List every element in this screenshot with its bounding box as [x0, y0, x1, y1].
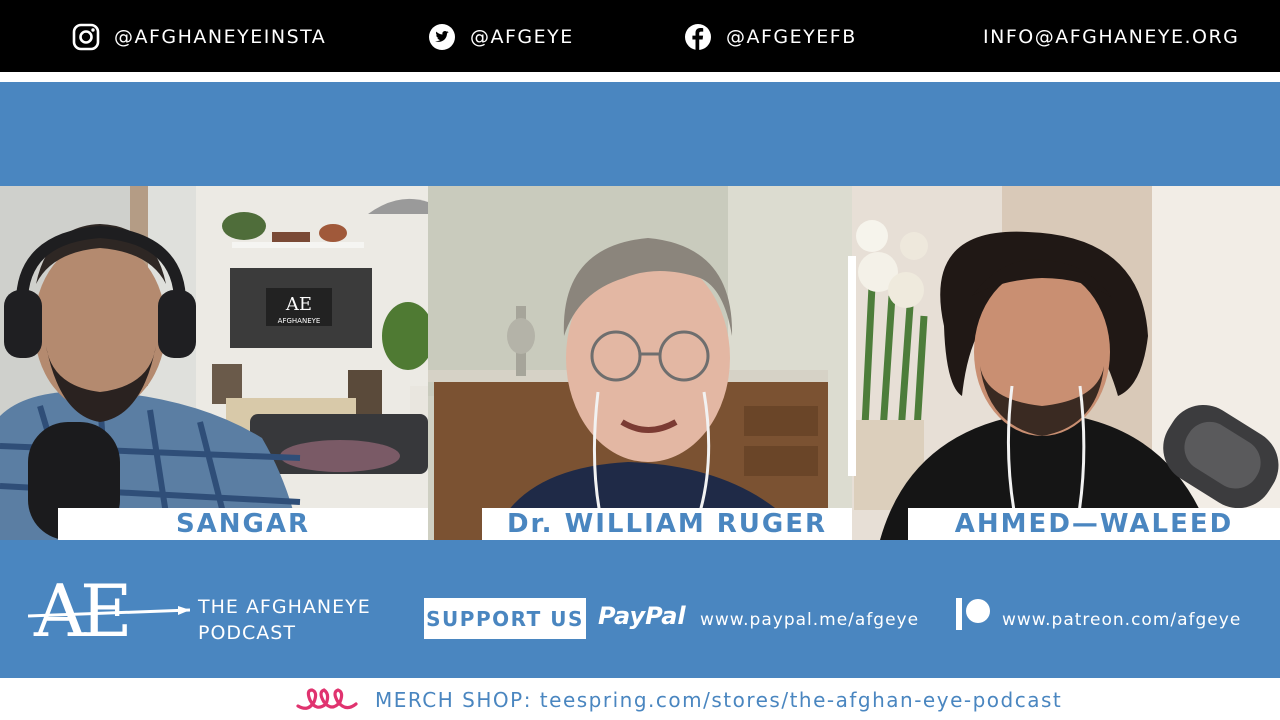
nameplate-host: SANGAR — [58, 508, 428, 540]
instagram-icon — [72, 23, 100, 51]
video-tile-cohost — [852, 186, 1280, 540]
twitter-handle[interactable]: @AFGEYE — [428, 22, 574, 52]
divider-strip — [0, 72, 1280, 82]
podcast-title: THE AFGHANEYE PODCAST — [198, 594, 371, 646]
social-bar: @AFGHANEYEINSTA @AFGEYE @AFGEYEFB INFO@A… — [0, 0, 1280, 72]
merch-label: MERCH SHOP: — [375, 688, 532, 712]
instagram-label: @AFGHANEYEINSTA — [114, 26, 327, 48]
facebook-handle[interactable]: @AFGEYEFB — [684, 22, 857, 52]
paypal-link[interactable]: www.paypal.me/afgeye — [700, 610, 919, 630]
email-label: INFO@AFGHANEYE.ORG — [983, 26, 1240, 48]
afghaneye-logo: AE — [28, 569, 190, 644]
support-us-button[interactable]: SUPPORT US — [424, 598, 586, 639]
twitter-icon — [429, 24, 455, 50]
patreon-link[interactable]: www.patreon.com/afgeye — [1002, 610, 1241, 630]
tv-label: AFGHANEYE — [278, 317, 321, 325]
merch-shop-link[interactable]: MERCH SHOP: teespring.com/stores/the-afg… — [375, 688, 1062, 712]
video-feed — [428, 186, 852, 540]
merch-icon — [296, 688, 358, 710]
video-feed: AE AFGHANEYE — [0, 186, 428, 540]
logo-text: AE — [33, 569, 127, 644]
patreon-icon — [956, 598, 990, 630]
header-banner — [0, 82, 1280, 186]
podcast-title-line1: THE AFGHANEYE — [198, 596, 371, 618]
video-tile-guest — [428, 186, 852, 540]
email-contact[interactable]: INFO@AFGHANEYE.ORG — [983, 22, 1239, 52]
merch-url: teespring.com/stores/the-afghan-eye-podc… — [539, 688, 1063, 712]
video-feed — [852, 186, 1280, 540]
paypal-logo: PayPal — [598, 602, 686, 630]
nameplate-cohost: AHMED—WALEED — [908, 508, 1280, 540]
facebook-label: @AFGEYEFB — [726, 26, 857, 48]
instagram-handle[interactable]: @AFGHANEYEINSTA — [72, 22, 326, 52]
twitter-label: @AFGEYE — [470, 26, 574, 48]
podcast-title-line2: PODCAST — [198, 622, 296, 644]
video-tile-host: AE AFGHANEYE — [0, 186, 428, 540]
tv-logo: AE — [285, 294, 312, 315]
facebook-icon — [685, 24, 711, 50]
nameplate-guest: Dr. WILLIAM RUGER — [482, 508, 852, 540]
